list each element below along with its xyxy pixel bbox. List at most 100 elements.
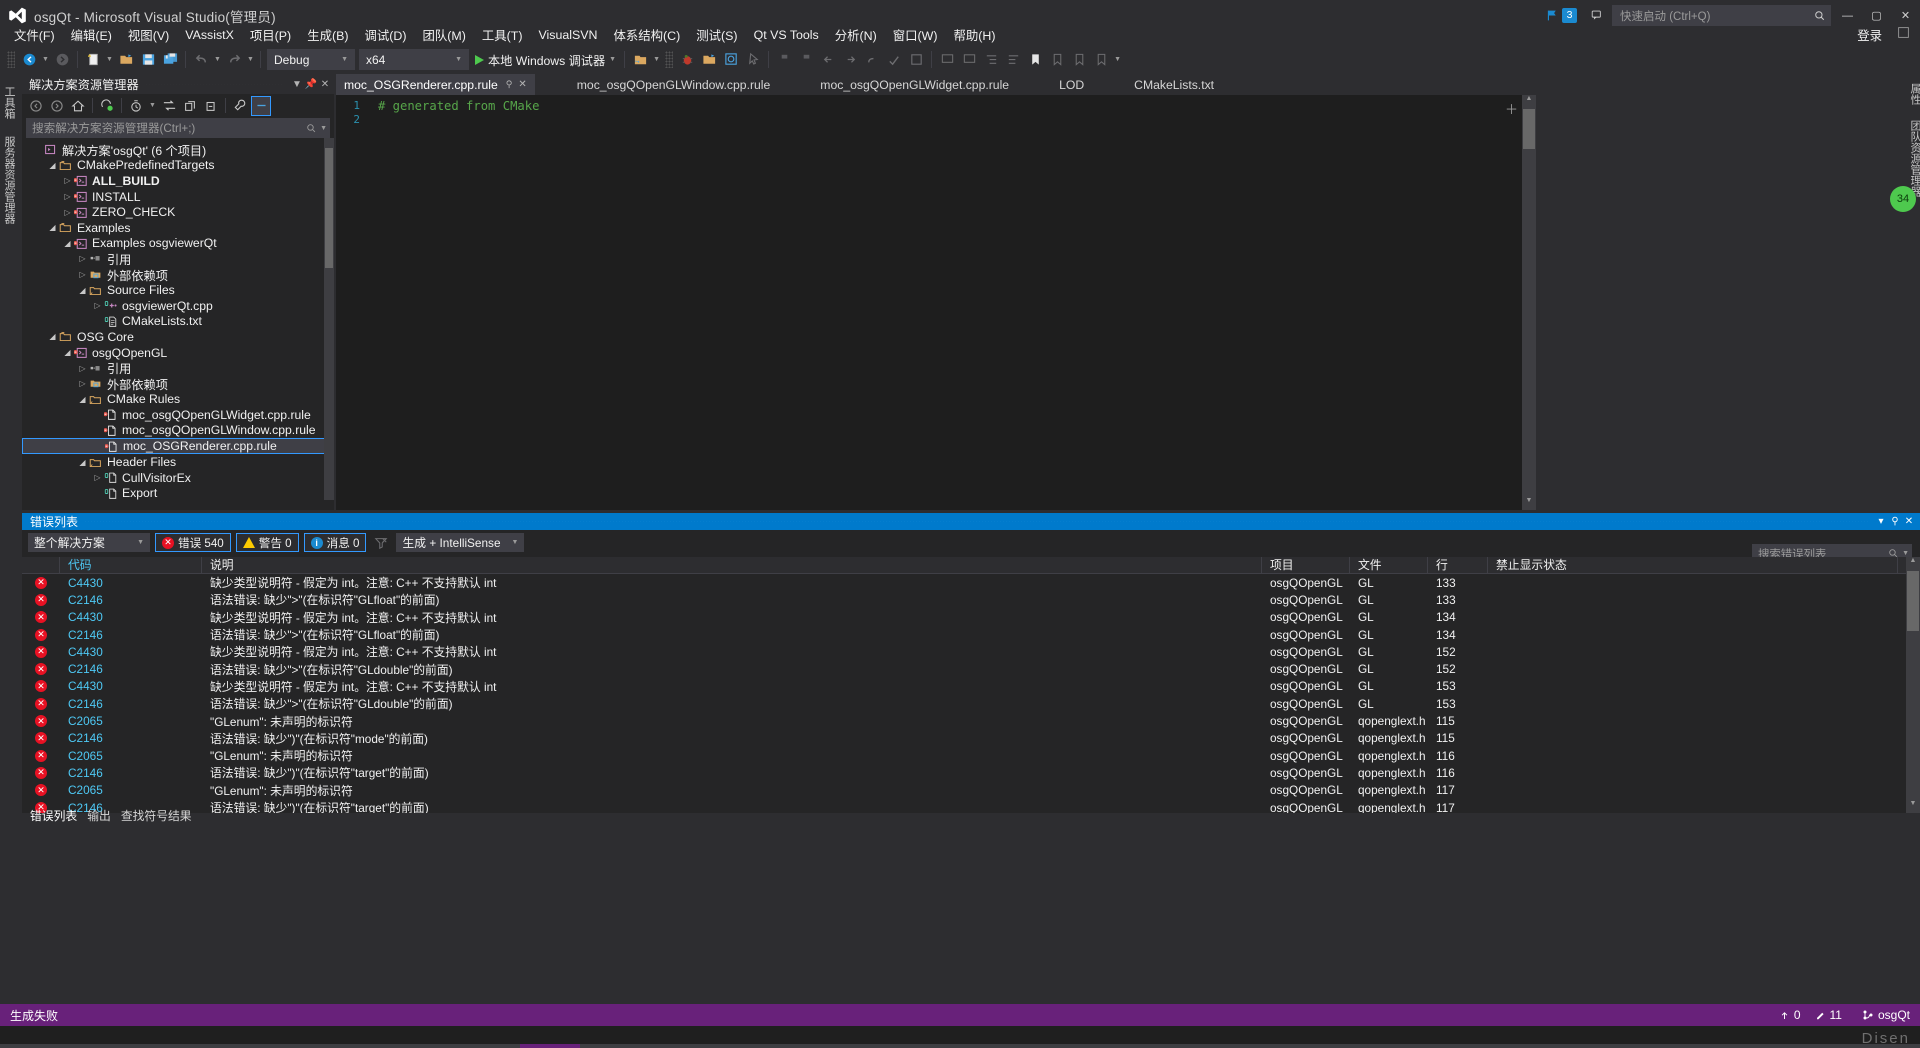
solution-explorer-search-input[interactable]: 搜索解决方案资源管理器(Ctrl+;) ▼ xyxy=(26,118,330,138)
open-file-icon[interactable] xyxy=(115,49,137,71)
menu-item-edit[interactable]: 编辑(E) xyxy=(63,24,120,46)
error-code[interactable]: C2065 xyxy=(60,783,202,797)
tree-expander-icon[interactable]: ▷ xyxy=(77,254,88,263)
error-row[interactable]: ✕ C2146 语法错误: 缺少">"(在标识符"GLfloat"的前面) osgQO… xyxy=(22,591,1920,608)
menu-item-team[interactable]: 团队(M) xyxy=(415,24,474,46)
error-row[interactable]: ✕ C2146 语法错误: 缺少">"(在标识符"GLdouble"的前面) osgQ… xyxy=(22,695,1920,712)
errors-filter-toggle[interactable]: ✕ 错误 540 xyxy=(155,533,231,552)
scrollbar-thumb[interactable] xyxy=(1907,571,1919,631)
close-icon[interactable]: ✕ xyxy=(1902,516,1916,527)
menu-item-vassistx[interactable]: VAssistX xyxy=(177,26,242,44)
chevron-down-icon[interactable]: ▼ xyxy=(290,75,304,93)
notification-badge[interactable]: 34 xyxy=(1890,186,1916,212)
uncomment-icon[interactable] xyxy=(958,49,980,71)
menu-item-window[interactable]: 窗口(W) xyxy=(885,24,946,46)
error-list-rows[interactable]: ✕ C4430 缺少类型说明符 - 假定为 int。注意: C++ 不支持默认 in… xyxy=(22,574,1920,813)
error-code[interactable]: C2146 xyxy=(60,697,202,711)
error-row[interactable]: ✕ C4430 缺少类型说明符 - 假定为 int。注意: C++ 不支持默认 in… xyxy=(22,678,1920,695)
tree-item[interactable]: ◢ Header Files xyxy=(22,454,334,470)
solution-configuration-combo[interactable]: Debug ▼ xyxy=(267,49,355,70)
menu-item-visualsvn[interactable]: VisualSVN xyxy=(530,26,605,44)
forward-icon[interactable] xyxy=(47,96,67,116)
bottom-dock-tabs[interactable]: 错误列表 输出 查找符号结果 xyxy=(22,806,622,824)
error-code[interactable]: C4430 xyxy=(60,679,202,693)
close-icon[interactable]: ✕ xyxy=(518,79,526,90)
scroll-up-icon[interactable]: ▲ xyxy=(1523,95,1535,108)
column-header[interactable] xyxy=(22,557,60,574)
pin-icon[interactable]: ⚲ xyxy=(506,79,513,90)
quick-launch-input[interactable]: 快速启动 (Ctrl+Q) xyxy=(1612,5,1831,26)
code-line[interactable] xyxy=(378,113,539,127)
tree-item[interactable]: ▷ ALL_BUILD xyxy=(22,173,334,189)
solution-tree[interactable]: 解决方案'osgQt' (6 个项目) ◢ CMakePredefinedTarge… xyxy=(22,138,334,500)
tree-item[interactable]: ◢ Source Files xyxy=(22,282,334,298)
bottom-tab[interactable]: 输出 xyxy=(87,807,111,824)
show-all-files-icon[interactable] xyxy=(180,96,200,116)
solution-tree-scrollbar[interactable] xyxy=(324,138,334,500)
scroll-down-icon[interactable]: ▼ xyxy=(1907,800,1919,813)
tree-expander-icon[interactable]: ◢ xyxy=(62,239,73,248)
error-row[interactable]: ✕ C2065 "GLenum": 未声明的标识符 osgQOpenGL qopengl… xyxy=(22,747,1920,764)
status-pending-changes[interactable]: 11 xyxy=(1815,1008,1842,1022)
error-row[interactable]: ✕ C4430 缺少类型说明符 - 假定为 int。注意: C++ 不支持默认 in… xyxy=(22,574,1920,591)
tree-expander-icon[interactable]: ▷ xyxy=(92,473,103,482)
save-icon[interactable] xyxy=(137,49,159,71)
error-row[interactable]: ✕ C2065 "GLenum": 未声明的标识符 osgQOpenGL qopengl… xyxy=(22,782,1920,799)
tree-item[interactable]: CMakeLists.txt xyxy=(22,314,334,330)
menu-item-project[interactable]: 项目(P) xyxy=(242,24,299,46)
forward-arrow-icon[interactable] xyxy=(839,49,861,71)
toolbar-overflow[interactable]: ▼ xyxy=(1112,49,1123,71)
error-code[interactable]: C2146 xyxy=(60,662,202,676)
tree-item[interactable]: ▷ 外部依赖项 xyxy=(22,267,334,283)
editor-tab[interactable]: LOD xyxy=(1051,74,1092,95)
split-view-icon[interactable]: ＋ xyxy=(1505,99,1518,118)
tree-expander-icon[interactable]: ▷ xyxy=(62,176,73,185)
status-up-count[interactable]: 0 xyxy=(1779,1008,1801,1022)
menu-item-analyze[interactable]: 分析(N) xyxy=(827,24,885,46)
column-header[interactable]: 文件 xyxy=(1350,557,1428,574)
editor-tab[interactable]: moc_osgQOpenGLWidget.cpp.rule xyxy=(812,74,1017,95)
tree-item[interactable]: ◢ osgQOpenGL xyxy=(22,345,334,361)
pin-icon[interactable]: ⚲ xyxy=(1888,516,1902,527)
tree-expander-icon[interactable]: ▷ xyxy=(92,301,103,310)
error-row[interactable]: ✕ C2146 语法错误: 缺少")"(在标识符"target"的前面) osgQOp… xyxy=(22,764,1920,781)
tree-item[interactable]: ▷ ZERO_CHECK xyxy=(22,204,334,220)
start-debugging-button[interactable]: 本地 Windows 调试器 ▼ xyxy=(471,51,620,69)
tree-expander-icon[interactable]: ▷ xyxy=(77,270,88,279)
error-code[interactable]: C2146 xyxy=(60,593,202,607)
error-row[interactable]: ✕ C4430 缺少类型说明符 - 假定为 int。注意: C++ 不支持默认 in… xyxy=(22,609,1920,626)
column-header[interactable]: 项目 xyxy=(1262,557,1350,574)
tree-expander-icon[interactable]: ◢ xyxy=(47,332,58,341)
code-editor[interactable]: 12 # generated from CMake ＋ ▲ ▼ xyxy=(336,95,1536,510)
error-code[interactable]: C2065 xyxy=(60,749,202,763)
find-in-files-icon[interactable] xyxy=(720,49,742,71)
step-into-icon[interactable] xyxy=(773,49,795,71)
save-all-icon[interactable] xyxy=(159,49,181,71)
open-folder-icon[interactable] xyxy=(698,49,720,71)
scroll-down-icon[interactable]: ▼ xyxy=(1523,497,1535,510)
navigate-back-dropdown[interactable]: ▼ xyxy=(40,49,51,71)
tree-item[interactable]: ◢ CMake Rules xyxy=(22,392,334,408)
column-header[interactable]: 禁止显示状态 xyxy=(1488,557,1898,574)
chevron-down-icon[interactable]: ▼ xyxy=(147,95,158,117)
editor-tab-strip[interactable]: moc_OSGRenderer.cpp.rule ⚲ ✕ moc_osgQOpenGL… xyxy=(336,74,1536,95)
menu-item-build[interactable]: 生成(B) xyxy=(299,24,356,46)
column-header[interactable]: 说明 xyxy=(202,557,1262,574)
bookmark-clear-icon[interactable] xyxy=(1090,49,1112,71)
tree-item[interactable]: ▷ 引用 xyxy=(22,251,334,267)
toolbar-grip-2[interactable] xyxy=(665,51,674,68)
code-line[interactable]: # generated from CMake xyxy=(378,99,539,113)
error-row[interactable]: ✕ C2146 语法错误: 缺少")"(在标识符"mode"的前面) osgQOpen… xyxy=(22,730,1920,747)
step-over-icon[interactable] xyxy=(795,49,817,71)
toolbar-grip[interactable] xyxy=(7,51,15,68)
tree-item[interactable]: ◢ Examples osgviewerQt xyxy=(22,236,334,252)
back-arrow-icon[interactable] xyxy=(817,49,839,71)
scroll-up-icon[interactable]: ▲ xyxy=(1907,557,1919,570)
new-item-dropdown[interactable]: ▼ xyxy=(104,49,115,71)
code-content[interactable]: # generated from CMake xyxy=(378,99,539,127)
tree-expander-icon[interactable]: ▷ xyxy=(62,192,73,201)
bookmark-icon[interactable] xyxy=(1024,49,1046,71)
tree-item[interactable]: ◢ OSG Core xyxy=(22,329,334,345)
close-icon[interactable]: ✕ xyxy=(318,75,332,93)
tree-expander-icon[interactable]: ▷ xyxy=(62,208,73,217)
